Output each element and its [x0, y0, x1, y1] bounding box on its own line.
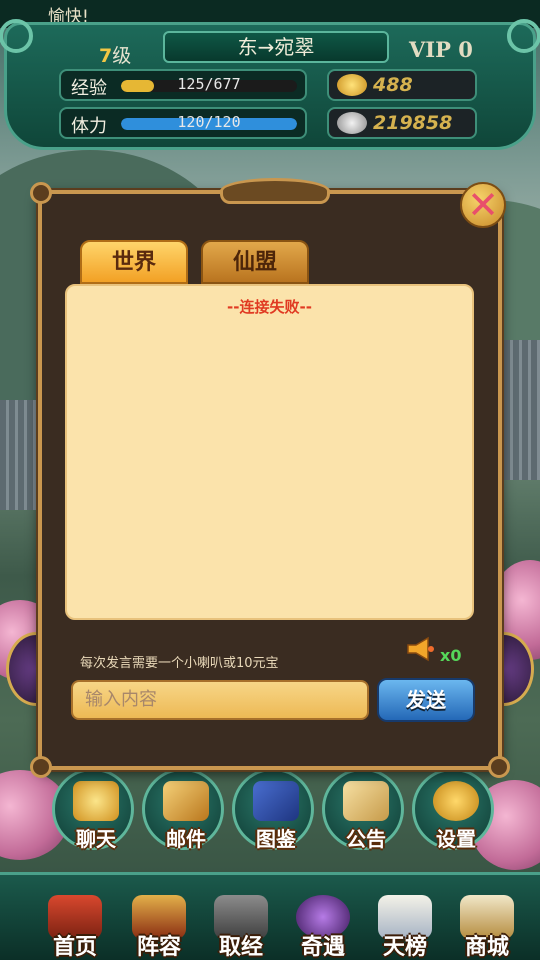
vip-level[interactable]: VIP 0 — [409, 37, 473, 62]
corner-ornament — [30, 182, 52, 204]
close-button[interactable]: ✕ — [460, 182, 506, 228]
book-icon — [253, 781, 299, 821]
send-button[interactable]: 发送 — [377, 678, 475, 722]
chat-input[interactable]: 输入内容 — [71, 680, 369, 720]
mail-menu-label: 邮件 — [166, 827, 206, 851]
nav-ranking-label: 天榜 — [382, 935, 427, 960]
stamina-label: 体力 — [71, 116, 107, 137]
exp-row: 经验 125/677 — [59, 69, 307, 101]
settings-menu-button[interactable]: 设置 — [412, 768, 494, 851]
chat-bubble-icon — [73, 781, 119, 821]
nav-adventure-label: 奇遇 — [300, 935, 345, 960]
corner-ornament — [507, 19, 540, 53]
nav-lineup[interactable]: 阵容 — [116, 891, 202, 960]
stamina-value: 120/120 — [177, 113, 241, 131]
nav-adventure[interactable]: 奇遇 — [280, 891, 366, 960]
tab-alliance[interactable]: 仙盟 — [201, 240, 309, 284]
nav-pilgrimage-label: 取经 — [218, 935, 263, 960]
codex-menu-label: 图鉴 — [256, 827, 296, 851]
exp-label: 经验 — [71, 78, 107, 99]
gear-icon — [433, 781, 479, 821]
nav-pilgrimage[interactable]: 取经 — [198, 891, 284, 960]
mail-icon — [163, 781, 209, 821]
corner-ornament — [30, 756, 52, 778]
notice-menu-button[interactable]: 公告 — [322, 768, 404, 851]
nav-home-label: 首页 — [52, 935, 97, 960]
nav-lineup-label: 阵容 — [136, 935, 181, 960]
tab-world[interactable]: 世界 — [80, 240, 188, 284]
stamina-row: 体力 120/120 — [59, 107, 307, 139]
chat-message-area[interactable]: --连接失败-- — [65, 284, 474, 620]
chat-menu-button[interactable]: 聊天 — [52, 768, 134, 851]
gold-ingot-icon — [337, 74, 367, 96]
chat-menu-label: 聊天 — [76, 827, 116, 851]
corner-ornament — [0, 19, 33, 53]
player-level: 7级 — [99, 45, 132, 67]
exp-value: 125/677 — [177, 75, 241, 93]
nav-shop[interactable]: 商城 — [444, 891, 530, 960]
horn-icon — [407, 636, 434, 662]
gold-value: 488 — [373, 74, 413, 96]
player-status-panel: 7级 东→宛翠 VIP 0 经验 125/677 体力 120/120 488 … — [0, 19, 540, 150]
corner-ornament — [488, 756, 510, 778]
settings-menu-label: 设置 — [436, 827, 476, 851]
speak-cost-hint: 每次发言需要一个小喇叭或10元宝 — [80, 656, 279, 671]
horn-count: x0 — [440, 646, 462, 665]
gold-row[interactable]: 488 — [327, 69, 477, 101]
nav-shop-label: 商城 — [464, 935, 509, 960]
dialog-top-ornament — [220, 178, 330, 204]
bottom-navigation: 首页 阵容 取经 奇遇 天榜 商城 — [0, 872, 540, 960]
close-icon: ✕ — [467, 183, 499, 227]
silver-ingot-icon — [337, 112, 367, 134]
nav-ranking[interactable]: 天榜 — [362, 891, 448, 960]
nav-home[interactable]: 首页 — [32, 891, 118, 960]
silver-row[interactable]: 219858 — [327, 107, 477, 139]
notice-menu-label: 公告 — [346, 827, 386, 851]
player-name[interactable]: 东→宛翠 — [163, 31, 389, 63]
codex-menu-button[interactable]: 图鉴 — [232, 768, 314, 851]
scroll-icon — [343, 781, 389, 821]
mail-menu-button[interactable]: 邮件 — [142, 768, 224, 851]
connection-error-text: --连接失败-- — [227, 298, 312, 316]
silver-value: 219858 — [373, 112, 453, 134]
